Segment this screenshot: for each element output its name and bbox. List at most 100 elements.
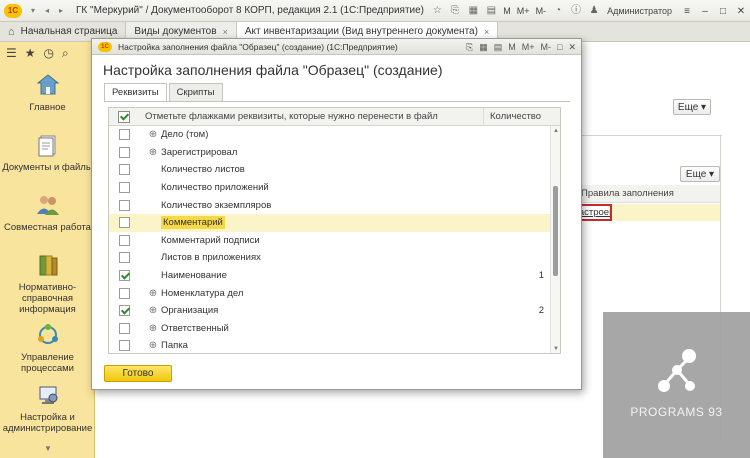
requisite-label: Дело (том) — [161, 129, 209, 141]
star-icon[interactable]: ★ — [25, 46, 36, 60]
memory-minus-button[interactable]: M- — [541, 42, 552, 52]
requisite-label: Ответственный — [161, 322, 229, 334]
table-row[interactable]: ⊕ Номенклатура дел — [109, 284, 560, 302]
navigate-forward-icon[interactable]: ▸ — [56, 6, 66, 16]
expand-icon[interactable]: ⊕ — [145, 340, 161, 351]
table-row[interactable]: ⊕ Организация 2 — [109, 302, 560, 320]
row-checkbox[interactable] — [118, 322, 130, 334]
history-icon[interactable]: ◷ — [44, 46, 54, 60]
row-checkbox[interactable] — [118, 146, 130, 158]
requisite-label: Комментарий подписи — [161, 234, 260, 246]
row-checkbox[interactable] — [118, 305, 130, 317]
requisite-cell: Комментарий подписи — [139, 235, 483, 246]
memory-button[interactable]: M — [503, 6, 511, 16]
row-checkbox[interactable] — [118, 340, 130, 352]
table-row[interactable]: ⊕ Ответственный — [109, 320, 560, 338]
sidebar-item-label: Документы и файлы — [2, 162, 93, 173]
close-icon[interactable]: ✕ — [735, 6, 747, 17]
close-icon[interactable]: ✕ — [568, 42, 576, 53]
scroll-up-icon[interactable]: ▲ — [553, 128, 559, 134]
chevron-down-icon[interactable]: ▼ — [44, 444, 52, 453]
row-checkbox[interactable] — [118, 234, 130, 246]
memory-plus-button[interactable]: M+ — [522, 42, 535, 52]
vertical-scrollbar[interactable]: ▲ ▼ — [550, 126, 560, 353]
scroll-down-icon[interactable]: ▼ — [553, 346, 559, 352]
star-icon[interactable]: ☆ — [431, 5, 443, 17]
home-icon: ⌂ — [8, 25, 15, 38]
select-all-checkbox[interactable] — [118, 110, 130, 123]
sidebar-item-collaboration[interactable]: Совместная работа — [0, 192, 95, 233]
dialog-title-bar: 1С Настройка заполнения файла "Образец" … — [92, 39, 581, 55]
maximize-icon[interactable]: □ — [557, 42, 562, 52]
row-checkbox[interactable] — [118, 217, 130, 229]
expand-icon[interactable]: ⊕ — [145, 129, 161, 140]
row-checkbox[interactable] — [118, 199, 130, 211]
select-all-column[interactable] — [109, 110, 139, 123]
checkbox-cell — [109, 252, 139, 264]
done-button[interactable]: Готово — [104, 365, 172, 382]
row-checkbox[interactable] — [118, 164, 130, 176]
table-row[interactable]: ⊕ Папка — [109, 337, 560, 353]
table-row[interactable]: Наименование 1 — [109, 267, 560, 285]
table-row[interactable]: Количество листов — [109, 161, 560, 179]
memory-plus-button[interactable]: M+ — [517, 6, 530, 16]
expand-icon[interactable]: ⊕ — [145, 147, 161, 158]
table-row[interactable]: Комментарий — [109, 213, 560, 232]
memory-button[interactable]: M — [508, 42, 516, 52]
expand-icon[interactable]: ⊕ — [145, 305, 161, 316]
expand-icon[interactable]: ⊕ — [145, 288, 161, 299]
menu-icon[interactable]: ≡ — [681, 6, 693, 17]
table-row[interactable]: ⊕ Дело (том) — [109, 126, 560, 144]
column-header-requisite: Отметьте флажками реквизиты, которые нуж… — [145, 111, 438, 122]
sidebar-item-reference[interactable]: Нормативно-справочная информация — [0, 252, 95, 315]
table-row[interactable]: Количество приложений — [109, 179, 560, 197]
minimize-icon[interactable]: – — [699, 6, 711, 17]
more-button[interactable]: Еще ▾ — [680, 166, 720, 182]
table-row[interactable]: Количество экземпляров — [109, 196, 560, 214]
checkbox-cell — [109, 270, 139, 282]
row-checkbox[interactable] — [118, 182, 130, 194]
requisite-cell: ⊕ Организация — [139, 305, 483, 316]
calendar-icon[interactable]: ▦ — [467, 5, 479, 17]
sidebar-item-processes[interactable]: Управление процессами — [0, 322, 95, 374]
row-checkbox[interactable] — [118, 252, 130, 264]
menu-icon[interactable]: ☰ — [6, 46, 17, 60]
bell-icon[interactable]: ◔ — [552, 5, 564, 17]
calculator-icon[interactable]: ▤ — [494, 42, 503, 53]
tab-scripts[interactable]: Скрипты — [168, 83, 223, 101]
requisite-label: Организация — [161, 305, 219, 317]
link-icon[interactable]: ⎘ — [466, 42, 473, 53]
sidebar-item-settings[interactable]: Настройка и администрирование — [0, 382, 95, 434]
table-row[interactable]: Комментарий подписи — [109, 232, 560, 250]
table-row[interactable]: ⊕ Зарегистрировал — [109, 144, 560, 162]
requisite-cell: ⊕ Номенклатура дел — [139, 288, 483, 299]
checkbox-cell — [109, 234, 139, 246]
row-checkbox[interactable] — [118, 129, 130, 141]
requisites-table: Отметьте флажками реквизиты, которые нуж… — [108, 107, 561, 354]
link-icon[interactable]: ⎘ — [449, 5, 461, 17]
quantity-cell: 1 — [538, 270, 544, 282]
scroll-thumb[interactable] — [553, 186, 558, 276]
calendar-icon[interactable]: ▦ — [479, 42, 488, 53]
maximize-icon[interactable]: □ — [717, 6, 729, 17]
title-right-tools: ☆ ⎘ ▦ ▤ M M+ M- ◔ ⓘ ♟ Администратор ≡ – … — [428, 0, 750, 22]
info-icon[interactable]: ⓘ — [570, 5, 582, 17]
memory-minus-button[interactable]: M- — [536, 6, 547, 16]
search-icon[interactable]: ⌕ — [62, 46, 69, 61]
arrow-down-icon[interactable]: ▾ — [28, 6, 38, 16]
close-icon[interactable]: × — [223, 27, 228, 37]
close-icon[interactable]: × — [484, 27, 489, 37]
tab-requisites[interactable]: Реквизиты — [104, 83, 167, 102]
row-checkbox[interactable] — [118, 270, 130, 282]
sidebar-item-documents[interactable]: Документы и файлы — [0, 132, 95, 173]
more-button[interactable]: Еще ▾ — [673, 99, 711, 115]
user-name[interactable]: Администратор — [607, 6, 672, 16]
row-checkbox[interactable] — [118, 287, 130, 299]
navigate-back-icon[interactable]: ◂ — [42, 6, 52, 16]
requisite-cell: Комментарий — [139, 216, 483, 230]
sidebar-item-main[interactable]: Главное — [0, 72, 95, 113]
expand-icon[interactable]: ⊕ — [145, 323, 161, 334]
table-row[interactable]: Листов в приложениях — [109, 249, 560, 267]
tab-divider — [104, 101, 570, 102]
calculator-icon[interactable]: ▤ — [485, 5, 497, 17]
